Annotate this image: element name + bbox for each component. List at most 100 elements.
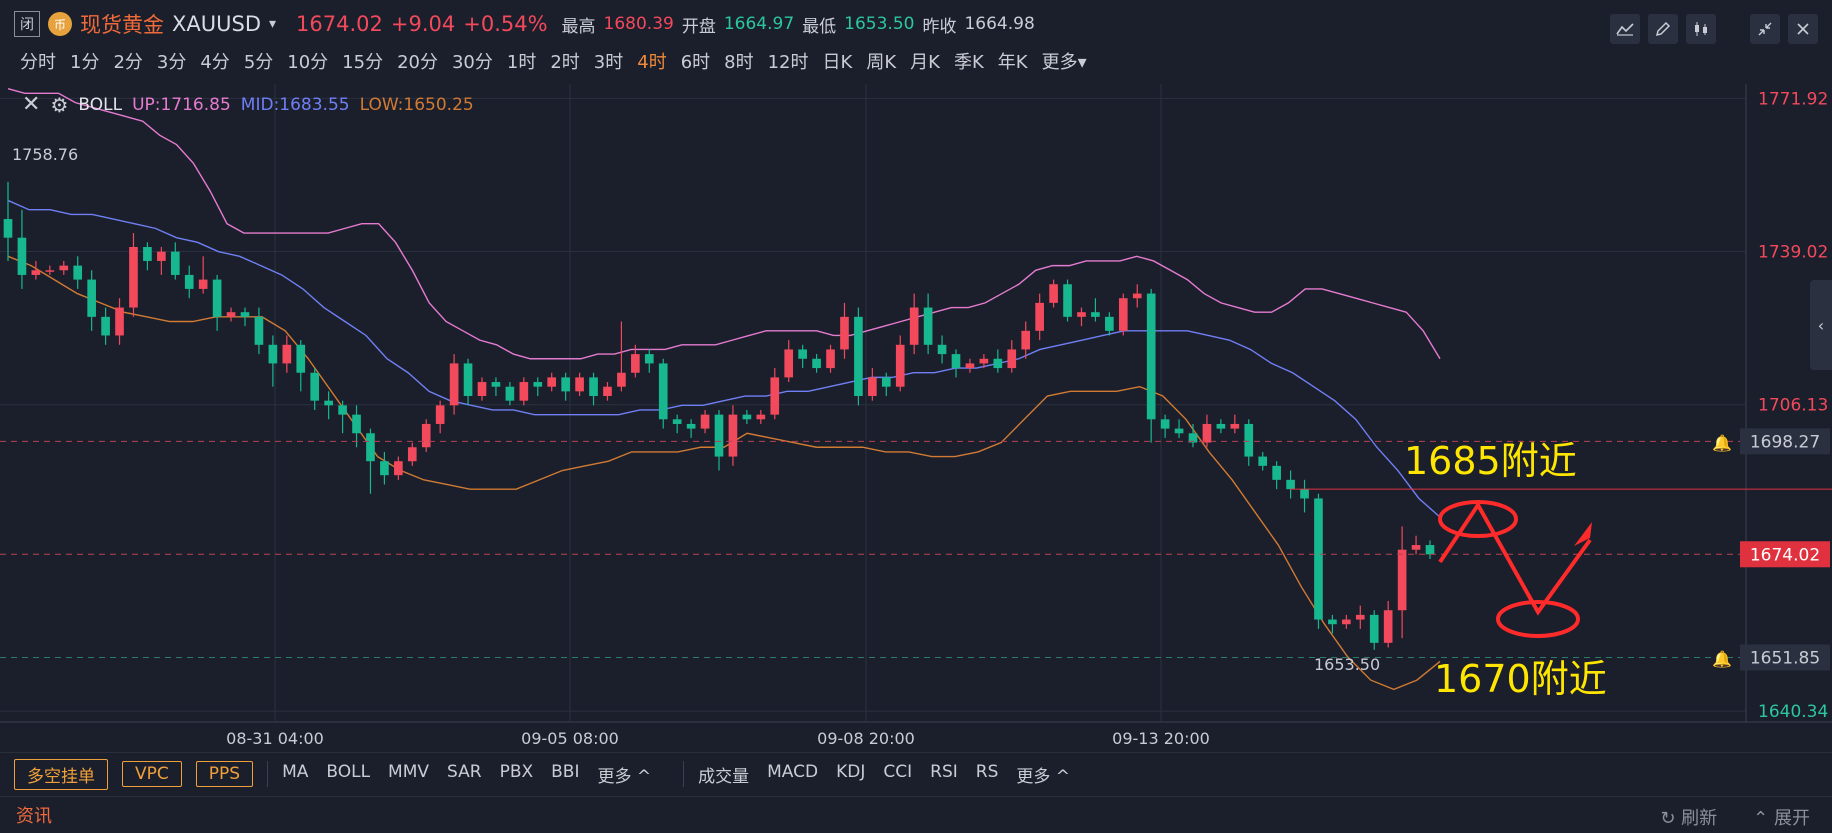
instrument-symbol[interactable]: XAUUSD xyxy=(172,12,261,36)
indicator-item[interactable]: 成交量 xyxy=(698,762,749,787)
indicator-item[interactable]: BBI xyxy=(551,762,579,787)
side-panel-toggle[interactable]: ‹ xyxy=(1810,280,1832,370)
period-tab[interactable]: 12时 xyxy=(768,48,809,74)
expand-button[interactable]: ⌃ 展开 xyxy=(1753,804,1810,830)
candle-body xyxy=(1314,498,1323,620)
period-tab[interactable]: 季K xyxy=(954,48,984,74)
candle-body xyxy=(143,246,152,261)
instrument-title: 现货黄金 xyxy=(80,13,164,37)
refresh-button[interactable]: ↻ 刷新 xyxy=(1660,804,1717,830)
period-tab[interactable]: 4分 xyxy=(200,48,229,74)
candle-body xyxy=(17,237,27,275)
news-tab[interactable]: 资讯 xyxy=(16,802,52,828)
period-tab[interactable]: 10分 xyxy=(287,48,328,74)
period-tab[interactable]: 8时 xyxy=(724,48,753,74)
y-tick-label: 1706.13 xyxy=(1758,396,1828,416)
candle-body xyxy=(784,349,794,378)
candle-body xyxy=(965,363,975,369)
candle-body xyxy=(1425,545,1435,555)
price-tag-label: 1674.02 xyxy=(1750,545,1820,565)
candle-body xyxy=(296,344,306,373)
candle-body xyxy=(658,363,668,420)
low-value: 1653.50 xyxy=(844,14,915,34)
period-tab[interactable]: 4时 xyxy=(637,48,666,74)
vpc-button[interactable]: VPC xyxy=(122,761,182,787)
period-tab[interactable]: 2时 xyxy=(550,48,579,74)
candle-body xyxy=(756,414,766,420)
period-tab[interactable]: 3分 xyxy=(157,48,186,74)
candle-body xyxy=(1342,619,1351,625)
period-tab[interactable]: 6时 xyxy=(681,48,710,74)
indicator-item[interactable]: 更多 ^ xyxy=(1016,762,1070,787)
period-tab[interactable]: 3时 xyxy=(594,48,623,74)
close-icon[interactable]: 闭 xyxy=(14,11,40,37)
close-icon[interactable] xyxy=(1788,14,1818,44)
period-tab[interactable]: 1分 xyxy=(70,48,99,74)
line-chart-icon[interactable] xyxy=(1610,14,1640,44)
candle-body xyxy=(3,219,13,238)
indicator-item[interactable]: BOLL xyxy=(326,762,370,787)
collapse-icon[interactable] xyxy=(1750,14,1780,44)
candle-body xyxy=(1411,545,1421,550)
period-tab[interactable]: 30分 xyxy=(452,48,493,74)
candle-body xyxy=(561,377,570,392)
price-tag-label: 1651.85 xyxy=(1750,649,1820,669)
candle-body xyxy=(421,423,431,448)
indicator-item[interactable]: CCI xyxy=(883,762,912,787)
period-tab[interactable]: 15分 xyxy=(342,48,383,74)
candle-body xyxy=(533,382,543,387)
candle-body xyxy=(840,316,849,350)
indicator-item[interactable]: MMV xyxy=(388,762,429,787)
candle-body xyxy=(254,316,264,345)
period-tab[interactable]: 日K xyxy=(823,48,853,74)
pencil-icon[interactable] xyxy=(1648,14,1678,44)
candle-body xyxy=(240,312,250,317)
candle-body xyxy=(1146,293,1156,420)
period-tab[interactable]: 更多▾ xyxy=(1042,48,1087,74)
candle-body xyxy=(1397,549,1407,611)
candle-body xyxy=(798,349,807,359)
chevron-left-icon: ‹ xyxy=(1817,315,1825,335)
candle-body xyxy=(1105,316,1114,331)
candle-body xyxy=(868,377,877,397)
indicator-item[interactable]: PBX xyxy=(500,762,534,787)
boll-legend: ✕ ⚙ BOLL UP:1716.85 MID:1683.55 LOW:1650… xyxy=(22,92,474,117)
period-tab[interactable]: 1时 xyxy=(507,48,536,74)
close-icon[interactable]: ✕ xyxy=(22,92,40,117)
boll-up: UP:1716.85 xyxy=(132,94,231,115)
candle-body xyxy=(937,344,947,355)
indicator-item[interactable]: 更多 ^ xyxy=(597,762,651,787)
settings-icon[interactable]: ⚙ xyxy=(50,93,68,117)
top-bar: 闭 币 现货黄金 XAUUSD ▾ 1674.02 +9.04 +0.54% 最… xyxy=(0,0,1832,73)
candle-body xyxy=(477,382,487,397)
period-tab[interactable]: 20分 xyxy=(397,48,438,74)
long-short-orders-button[interactable]: 多空挂单 xyxy=(14,758,108,790)
refresh-label: 刷新 xyxy=(1681,808,1718,829)
annotation-upper: 1685附近 xyxy=(1404,439,1577,483)
low-label: 最低 xyxy=(802,16,837,37)
refresh-icon: ↻ xyxy=(1660,808,1676,829)
candle-body xyxy=(115,307,124,336)
period-tab[interactable]: 月K xyxy=(910,48,940,74)
indicator-item[interactable]: RSI xyxy=(930,762,958,787)
period-tab[interactable]: 年K xyxy=(998,48,1028,74)
price-change: +9.04 xyxy=(390,12,456,36)
period-tab[interactable]: 分时 xyxy=(20,48,56,74)
period-tab[interactable]: 5分 xyxy=(244,48,273,74)
pps-button[interactable]: PPS xyxy=(195,761,254,787)
candlestick-icon[interactable] xyxy=(1686,14,1716,44)
period-tab[interactable]: 周K xyxy=(866,48,896,74)
indicator-item[interactable]: SAR xyxy=(447,762,482,787)
bell-icon: 🔔 xyxy=(1712,433,1732,452)
candle-body xyxy=(212,279,222,317)
candle-body xyxy=(770,377,780,415)
indicator-item[interactable]: RS xyxy=(976,762,999,787)
chevron-down-icon[interactable]: ▾ xyxy=(269,16,276,32)
candle-body xyxy=(547,377,557,387)
indicator-item[interactable]: MA xyxy=(282,762,308,787)
expand-label: 展开 xyxy=(1774,808,1810,829)
indicator-item[interactable]: MACD xyxy=(767,762,818,787)
period-tab[interactable]: 2分 xyxy=(113,48,142,74)
indicator-item[interactable]: KDJ xyxy=(836,762,865,787)
candle-body xyxy=(617,372,626,387)
